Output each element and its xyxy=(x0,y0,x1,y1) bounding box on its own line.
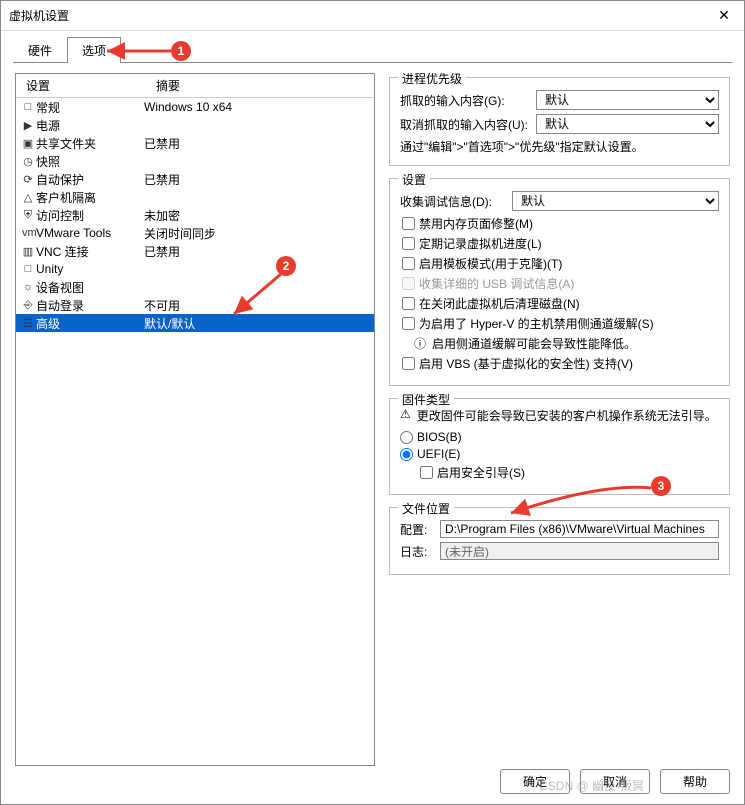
item-name: 常规 xyxy=(34,99,144,116)
item-icon: ☼ xyxy=(16,281,34,293)
item-name: 设备视图 xyxy=(34,279,144,296)
list-header: 设置 摘要 xyxy=(16,74,374,98)
chk-secureboot[interactable] xyxy=(420,466,433,479)
item-summary: 已禁用 xyxy=(144,243,374,260)
window-title: 虚拟机设置 xyxy=(9,7,712,24)
item-summary: 未加密 xyxy=(144,207,374,224)
item-name: Unity xyxy=(34,262,144,276)
radio-uefi[interactable] xyxy=(400,448,413,461)
item-icon: ▥ xyxy=(16,245,34,258)
group-settings: 设置 收集调试信息(D): 默认 禁用内存页面修整(M) 定期记录虚拟机进度(L… xyxy=(389,178,730,386)
select-ungrabbed[interactable]: 默认 xyxy=(536,114,719,134)
group-fileloc: 文件位置 配置: 日志: xyxy=(389,507,730,575)
list-item[interactable]: ☼设备视图 xyxy=(16,278,374,296)
label-debug: 收集调试信息(D): xyxy=(400,193,506,210)
item-icon: ⎆ xyxy=(16,299,34,312)
label-config: 配置: xyxy=(400,521,434,538)
item-icon: ☲ xyxy=(16,317,34,330)
list-item[interactable]: ⟳自动保护已禁用 xyxy=(16,170,374,188)
item-name: 自动登录 xyxy=(34,297,144,314)
list-item[interactable]: ▥VNC 连接已禁用 xyxy=(16,242,374,260)
list-item[interactable]: vmVMware Tools关闭时间同步 xyxy=(16,224,374,242)
list-item[interactable]: ▣共享文件夹已禁用 xyxy=(16,134,374,152)
label-grabbed: 抓取的输入内容(G): xyxy=(400,92,530,109)
warn-icon: ⚠ xyxy=(400,407,411,421)
marker-3: 3 xyxy=(651,476,671,496)
item-name: 自动保护 xyxy=(34,171,144,188)
list-item[interactable]: ⎆自动登录不可用 xyxy=(16,296,374,314)
item-icon: □ xyxy=(16,101,34,113)
chk-clean[interactable] xyxy=(402,297,415,310)
item-icon: △ xyxy=(16,191,34,204)
group-priority-title: 进程优先级 xyxy=(398,73,466,87)
group-settings-title: 设置 xyxy=(398,171,430,188)
list-item[interactable]: ◷快照 xyxy=(16,152,374,170)
label-ungrabbed: 取消抓取的输入内容(U): xyxy=(400,116,530,133)
item-icon: ◷ xyxy=(16,155,34,168)
priority-note: 通过"编辑">"首选项">"优先级"指定默认设置。 xyxy=(400,138,719,155)
header-setting: 设置 xyxy=(16,74,150,97)
label-log: 日志: xyxy=(400,543,434,560)
item-icon: vm xyxy=(16,227,34,239)
chk-memtrim[interactable] xyxy=(402,217,415,230)
item-name: VMware Tools xyxy=(34,226,144,240)
list-item[interactable]: □Unity xyxy=(16,260,374,278)
list-item[interactable]: ▶电源 xyxy=(16,116,374,134)
right-panel: 进程优先级 抓取的输入内容(G): 默认 取消抓取的输入内容(U): 默认 通过… xyxy=(389,73,730,766)
input-config[interactable] xyxy=(440,520,719,538)
settings-list: 设置 摘要 □常规Windows 10 x64▶电源▣共享文件夹已禁用◷快照⟳自… xyxy=(15,73,375,766)
chk-usb xyxy=(402,277,415,290)
info-icon: ⓘ xyxy=(414,335,426,352)
item-icon: ⛨ xyxy=(16,209,34,222)
chk-hyperv[interactable] xyxy=(402,317,415,330)
item-summary: 不可用 xyxy=(144,297,374,314)
item-name: 电源 xyxy=(34,117,144,134)
radio-bios[interactable] xyxy=(400,431,413,444)
header-summary: 摘要 xyxy=(150,74,374,97)
cancel-button[interactable]: 取消 xyxy=(580,769,650,794)
tab-strip: 硬件 选项 xyxy=(1,31,744,63)
group-fileloc-title: 文件位置 xyxy=(398,500,454,517)
list-item[interactable]: ☲高级默认/默认 xyxy=(16,314,374,332)
group-firmware-title: 固件类型 xyxy=(398,391,454,408)
marker-1: 1 xyxy=(171,41,191,61)
input-log xyxy=(440,542,719,560)
item-summary: 关闭时间同步 xyxy=(144,225,374,242)
titlebar: 虚拟机设置 ✕ xyxy=(1,1,744,31)
item-name: VNC 连接 xyxy=(34,243,144,260)
footer: 确定 取消 帮助 xyxy=(500,769,730,794)
list-item[interactable]: △客户机隔离 xyxy=(16,188,374,206)
list-item[interactable]: □常规Windows 10 x64 xyxy=(16,98,374,116)
select-grabbed[interactable]: 默认 xyxy=(536,90,719,110)
item-icon: □ xyxy=(16,263,34,275)
item-summary: 已禁用 xyxy=(144,135,374,152)
help-button[interactable]: 帮助 xyxy=(660,769,730,794)
settings-window: 虚拟机设置 ✕ 硬件 选项 设置 摘要 □常规Windows 10 x64▶电源… xyxy=(0,0,745,805)
item-icon: ▶ xyxy=(16,119,34,132)
chk-log[interactable] xyxy=(402,237,415,250)
item-name: 访问控制 xyxy=(34,207,144,224)
chk-vbs[interactable] xyxy=(402,357,415,370)
chk-template[interactable] xyxy=(402,257,415,270)
list-item[interactable]: ⛨访问控制未加密 xyxy=(16,206,374,224)
item-name: 共享文件夹 xyxy=(34,135,144,152)
group-firmware: 固件类型 ⚠更改固件可能会导致已安装的客户机操作系统无法引导。 BIOS(B) … xyxy=(389,398,730,495)
group-priority: 进程优先级 抓取的输入内容(G): 默认 取消抓取的输入内容(U): 默认 通过… xyxy=(389,77,730,166)
item-summary: 默认/默认 xyxy=(144,315,374,332)
item-summary: 已禁用 xyxy=(144,171,374,188)
marker-2: 2 xyxy=(276,256,296,276)
item-name: 高级 xyxy=(34,315,144,332)
item-icon: ⟳ xyxy=(16,173,34,186)
select-debug[interactable]: 默认 xyxy=(512,191,719,211)
close-icon[interactable]: ✕ xyxy=(712,4,736,28)
tab-options[interactable]: 选项 xyxy=(67,37,121,63)
item-name: 快照 xyxy=(34,153,144,170)
tab-hardware[interactable]: 硬件 xyxy=(13,37,67,63)
item-summary: Windows 10 x64 xyxy=(144,100,374,114)
ok-button[interactable]: 确定 xyxy=(500,769,570,794)
item-icon: ▣ xyxy=(16,137,34,150)
item-name: 客户机隔离 xyxy=(34,189,144,206)
